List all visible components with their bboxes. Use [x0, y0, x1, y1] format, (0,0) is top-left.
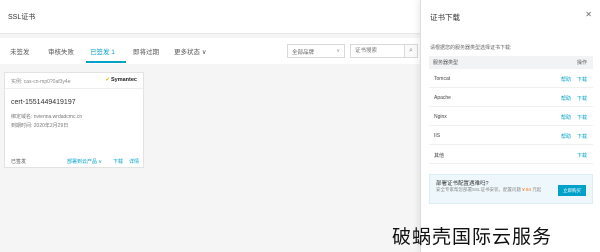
table-header: 服务器类型 操作 [429, 56, 593, 69]
status-badge: 已签发 [11, 159, 27, 165]
table-row: Nginx 帮助 下载 [429, 108, 593, 126]
certificate-card: 实例: cas-cn-mp0?0af3y4e ✔Symantec cert-15… [4, 72, 144, 168]
tab-expiring[interactable]: 即将过期 [133, 46, 159, 56]
download-link[interactable]: 下载 [577, 152, 587, 159]
promo-price: ¥ 84 [522, 187, 532, 192]
instance-id: 实例: cas-cn-mp0?0af3y4e [11, 79, 71, 85]
server-type: Apache [434, 95, 451, 101]
column-server-type: 服务器类型 [433, 60, 459, 66]
deployment-service-promo: 部署证书配置遇难吗? 安全专家帮您部署SSL证书安装，配置问题 ¥ 84 元起 … [429, 174, 593, 204]
expiry-date: 到期时间: 2020年2月29日 [11, 123, 69, 129]
column-action: 操作 [576, 60, 587, 66]
search-button[interactable]: ⌕ [404, 44, 418, 58]
table-row: 其他 下载 [429, 146, 593, 164]
server-type: Nginx [434, 114, 447, 120]
tab-more-status[interactable]: 更多状态 ∨ [174, 46, 207, 56]
brand-filter-value: 全部品牌 [292, 50, 315, 56]
bound-domain: 绑定域名: nvienna.wrdadcmc.cn [11, 114, 83, 120]
promo-description: 安全专家帮您部署SSL证书安装，配置问题 ¥ 84 元起 [436, 187, 556, 194]
page-title: SSL证书 [8, 14, 36, 21]
promo-text: 安全专家帮您部署SSL证书安装，配置问题 [436, 187, 522, 192]
card-footer: 已签发 部署到云产品 ∨ 下载 详情 [5, 155, 143, 169]
help-link[interactable]: 帮助 [561, 114, 571, 121]
chevron-down-icon: ∨ [336, 48, 340, 54]
checkmark-icon: ✔ [105, 77, 110, 83]
detail-link[interactable]: 详情 [129, 158, 139, 165]
main-area: SSL证书 未签发 审核失败 已签发 1 即将过期 更多状态 ∨ 全部品牌 ∨ … [0, 0, 420, 252]
buy-now-button[interactable]: 立即购买 [558, 185, 586, 196]
download-link[interactable]: 下载 [113, 158, 123, 165]
watermark-text: 破蜗壳国际云服务 [392, 226, 553, 248]
active-tab-indicator [86, 61, 126, 63]
deploy-to-cloud-link[interactable]: 部署到云产品 ∨ [67, 158, 102, 165]
help-link[interactable]: 帮助 [561, 76, 571, 83]
server-type: Tomcat [434, 76, 451, 82]
certificate-id: cert-1551449419197 [11, 99, 76, 106]
panel-title: 证书下载 [430, 13, 460, 22]
server-type: 其他 [434, 153, 445, 159]
search-icon: ⌕ [409, 47, 413, 54]
tab-unissued[interactable]: 未签发 [10, 46, 30, 56]
help-link[interactable]: 帮助 [561, 95, 571, 102]
panel-instructions: 请根据您的服务器类型选择证书下载: [430, 45, 512, 51]
tab-issued[interactable]: 已签发 1 [90, 46, 115, 56]
download-link[interactable]: 下载 [577, 95, 587, 102]
table-row: Apache 帮助 下载 [429, 89, 593, 107]
card-header: 实例: cas-cn-mp0?0af3y4e ✔Symantec [5, 73, 143, 89]
certificate-download-panel: 证书下载 ✕ 请根据您的服务器类型选择证书下载: 服务器类型 操作 Tomcat… [420, 0, 600, 252]
table-row: Tomcat 帮助 下载 [429, 70, 593, 88]
help-link[interactable]: 帮助 [561, 133, 571, 140]
tab-review-failed[interactable]: 审核失败 [48, 46, 74, 56]
promo-price-suffix: 元起 [532, 187, 542, 192]
brand-name: Symantec [111, 77, 137, 83]
download-link[interactable]: 下载 [577, 114, 587, 121]
certificate-search-input[interactable] [350, 44, 406, 58]
brand-logo: ✔Symantec [105, 77, 137, 83]
download-link[interactable]: 下载 [577, 133, 587, 140]
brand-filter-select[interactable]: 全部品牌 ∨ [287, 44, 345, 58]
promo-title: 部署证书配置遇难吗? [436, 181, 489, 187]
header: SSL证书 [0, 0, 420, 34]
server-type: IIS [434, 133, 441, 139]
table-row: IIS 帮助 下载 [429, 127, 593, 145]
download-link[interactable]: 下载 [577, 76, 587, 83]
close-icon[interactable]: ✕ [585, 10, 592, 19]
